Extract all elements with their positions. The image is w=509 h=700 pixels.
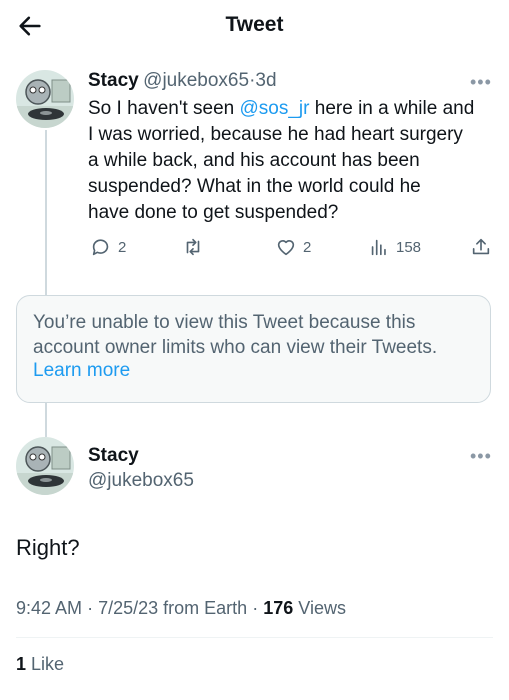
- top-bar: Tweet: [0, 0, 509, 54]
- view-count: 158: [396, 238, 422, 256]
- views-label[interactable]: Views: [298, 598, 346, 618]
- card-line: account owner limits who can view their …: [33, 337, 438, 358]
- tweet-text: So I haven't seen @sos_jr here in a whil…: [88, 96, 474, 226]
- separator: ·: [252, 598, 259, 618]
- tweet-text: Right?: [16, 535, 80, 560]
- reply-button[interactable]: 2: [90, 236, 126, 258]
- reply-icon: [92, 239, 109, 256]
- avatar[interactable]: [16, 437, 74, 495]
- tweet-text-line: I was worried, because he had heart surg…: [88, 124, 463, 145]
- author-handle[interactable]: @jukebox65: [88, 470, 194, 492]
- like-count: 2: [303, 238, 312, 256]
- tweet-time[interactable]: 3d: [255, 70, 276, 91]
- likes-count: 1: [16, 654, 27, 674]
- views-button[interactable]: 158: [368, 236, 421, 258]
- heart-icon: [277, 240, 295, 256]
- reply-count: 2: [118, 238, 127, 256]
- author-handle[interactable]: @jukebox65: [143, 70, 249, 91]
- author-name[interactable]: Stacy: [88, 445, 139, 467]
- tweet-time[interactable]: 9:42 AM: [16, 598, 82, 618]
- likes-summary[interactable]: 1 Like: [16, 654, 64, 675]
- tweet-source: from Earth: [163, 598, 248, 618]
- divider: [16, 637, 493, 638]
- tweet-text-line: suspended? What in the world could he: [88, 176, 421, 197]
- analytics-icon: [371, 239, 386, 256]
- tweet-date[interactable]: 7/25/23: [98, 598, 158, 618]
- author-name[interactable]: Stacy: [88, 70, 139, 91]
- text-segment: So I haven't seen: [88, 98, 240, 119]
- tweet-header: Stacy @jukebox65·3d: [88, 70, 277, 92]
- tweet-text-line: a while back, and his account has been: [88, 150, 420, 171]
- likes-label: Like: [31, 654, 65, 674]
- views-count: 176: [263, 598, 294, 618]
- more-icon[interactable]: •••: [470, 446, 492, 467]
- tweet-text-line: have done to get suspended?: [88, 202, 339, 223]
- limited-tweet-card: You’re unable to view this Tweet because…: [16, 295, 491, 403]
- page-title: Tweet: [225, 13, 284, 36]
- thread-line: [45, 130, 47, 295]
- share-icon: [472, 238, 490, 255]
- avatar-image: [16, 70, 74, 128]
- tweet-meta: 9:42 AM · 7/25/23 from Earth · 176 Views: [16, 598, 346, 619]
- avatar[interactable]: [16, 70, 74, 128]
- text-segment: here in a while and: [309, 98, 475, 119]
- like-button[interactable]: 2: [275, 236, 311, 258]
- retweet-icon: [186, 238, 200, 256]
- share-button[interactable]: [470, 236, 498, 258]
- retweet-button[interactable]: [182, 236, 210, 258]
- avatar-image: [16, 437, 74, 495]
- tweet-text-line: So I haven't seen @sos_jr here in a whil…: [88, 96, 474, 122]
- card-line: You’re unable to view this Tweet because…: [33, 312, 416, 333]
- thread-line: [45, 403, 47, 437]
- mention-link[interactable]: @sos_jr: [240, 98, 310, 119]
- more-icon[interactable]: •••: [470, 72, 492, 93]
- separator: ·: [87, 598, 94, 618]
- learn-more-link[interactable]: Learn more: [33, 360, 474, 382]
